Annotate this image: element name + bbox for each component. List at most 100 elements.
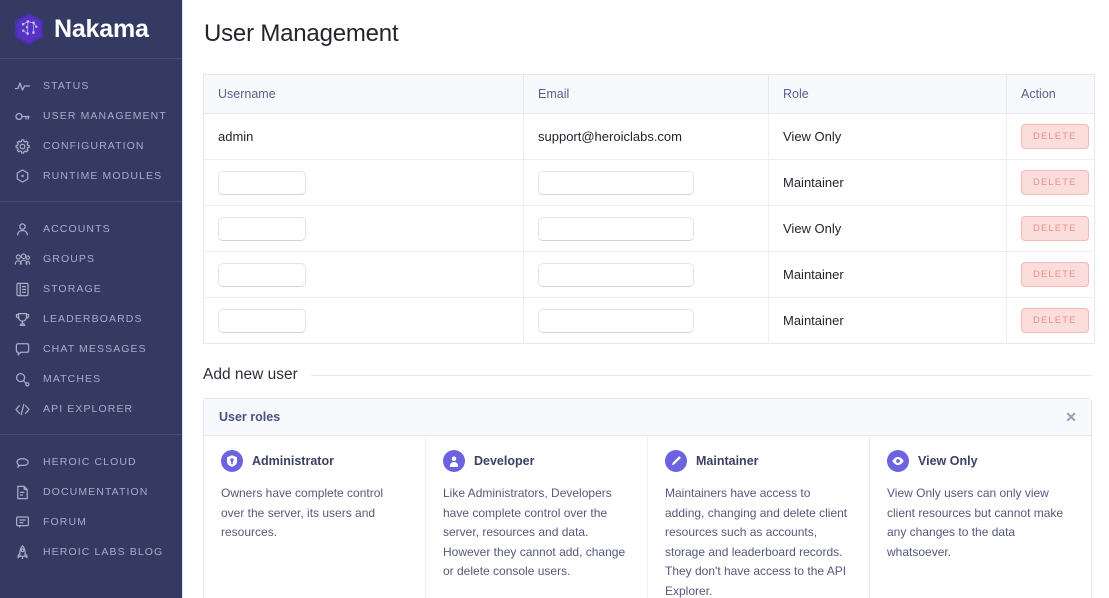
user-roles-panel: User roles ✕ Administrator Owners have c… [203, 398, 1092, 598]
shield-check-icon [221, 450, 243, 472]
chat-bubble-icon [14, 341, 31, 358]
cell-role: Maintainer [768, 297, 1007, 344]
email-input-skeleton[interactable] [538, 170, 694, 195]
sidebar-item-status[interactable]: Status [0, 71, 182, 101]
main-content: User Management Username Email Role Acti… [183, 0, 1109, 598]
pencil-icon [665, 450, 687, 472]
add-new-user-section-heading: Add new user [203, 366, 1092, 384]
user-table: Username Email Role Action admin support… [203, 74, 1095, 344]
user-roles-panel-header: User roles ✕ [204, 399, 1091, 436]
sidebar-item-groups[interactable]: Groups [0, 244, 182, 274]
sidebar-item-user-management[interactable]: User Management [0, 101, 182, 131]
cell-email [523, 205, 769, 252]
username-input-skeleton[interactable] [218, 216, 306, 241]
email-value: support@heroiclabs.com [538, 129, 682, 144]
table-header-row: Username Email Role Action [203, 74, 1095, 114]
sidebar-item-heroic-cloud[interactable]: Heroic Cloud [0, 447, 182, 477]
sidebar-item-label: User Management [43, 110, 167, 122]
sidebar-item-label: Forum [43, 516, 87, 528]
sidebar-item-runtime-modules[interactable]: Runtime Modules [0, 161, 182, 191]
cell-role: Maintainer [768, 159, 1007, 206]
user-icon [14, 221, 31, 238]
cell-email [523, 297, 769, 344]
column-header-email: Email [523, 74, 769, 114]
role-card-header: Administrator [221, 450, 408, 472]
role-name: Maintainer [696, 454, 759, 468]
delete-button[interactable]: DELETE [1021, 124, 1089, 149]
cell-email [523, 251, 769, 298]
delete-button[interactable]: DELETE [1021, 262, 1089, 287]
sidebar-group-external: Heroic Cloud Documentation Forum Heroic … [0, 435, 182, 577]
brand-name: Nakama [54, 14, 149, 43]
sidebar-item-api-explorer[interactable]: API Explorer [0, 394, 182, 424]
table-row: admin support@heroiclabs.com View Only D… [203, 113, 1095, 160]
rocket-icon [14, 544, 31, 561]
column-header-username: Username [203, 74, 524, 114]
table-row: Maintainer DELETE [203, 297, 1095, 344]
role-description: Maintainers have access to adding, chang… [665, 486, 848, 598]
sidebar-item-label: Configuration [43, 140, 145, 152]
delete-button[interactable]: DELETE [1021, 216, 1089, 241]
close-icon[interactable]: ✕ [1065, 410, 1077, 424]
email-input-skeleton[interactable] [538, 216, 694, 241]
section-divider [310, 374, 1092, 376]
username-input-skeleton[interactable] [218, 170, 306, 195]
username-input-skeleton[interactable] [218, 262, 306, 287]
role-card-header: View Only [887, 450, 1074, 472]
sidebar-item-label: Leaderboards [43, 313, 143, 325]
table-row: Maintainer DELETE [203, 251, 1095, 298]
role-description: Owners have complete control over the se… [221, 486, 384, 539]
sidebar-group-data: Accounts Groups Storage Leaderboards [0, 202, 182, 434]
cell-email: support@heroiclabs.com [523, 113, 769, 160]
sidebar-item-label: Runtime Modules [43, 170, 163, 182]
email-input-skeleton[interactable] [538, 262, 694, 287]
role-name: Developer [474, 454, 535, 468]
forum-bubble-icon [14, 514, 31, 531]
user-roles-cards: Administrator Owners have complete contr… [204, 436, 1091, 598]
code-brackets-icon [14, 401, 31, 418]
document-icon [14, 484, 31, 501]
match-search-icon [14, 371, 31, 388]
sidebar-item-chat-messages[interactable]: Chat Messages [0, 334, 182, 364]
cell-action: DELETE [1007, 298, 1095, 344]
user-roles-title: User roles [219, 410, 281, 424]
trophy-icon [14, 311, 31, 328]
cell-username [203, 159, 524, 206]
role-name: Administrator [252, 454, 334, 468]
key-icon [14, 108, 31, 125]
username-input-skeleton[interactable] [218, 308, 306, 333]
role-card-view-only: View Only View Only users can only view … [870, 436, 1091, 598]
sidebar-item-accounts[interactable]: Accounts [0, 214, 182, 244]
delete-button[interactable]: DELETE [1021, 170, 1089, 195]
role-card-header: Maintainer [665, 450, 852, 472]
delete-button[interactable]: DELETE [1021, 308, 1089, 333]
sidebar-item-label: Storage [43, 283, 102, 295]
user-solid-icon [443, 450, 465, 472]
sidebar-item-heroic-labs-blog[interactable]: Heroic Labs Blog [0, 537, 182, 567]
role-description: View Only users can only view client res… [887, 486, 1064, 559]
role-card-maintainer: Maintainer Maintainers have access to ad… [648, 436, 870, 598]
sidebar-item-documentation[interactable]: Documentation [0, 477, 182, 507]
activity-pulse-icon [14, 78, 31, 95]
nakama-hexagon-logo-icon [13, 12, 45, 46]
sidebar-item-forum[interactable]: Forum [0, 507, 182, 537]
hexagon-dot-icon [14, 168, 31, 185]
sidebar-item-label: API Explorer [43, 403, 134, 415]
app-root: Nakama Status User Management Co [0, 0, 1109, 598]
sidebar-item-matches[interactable]: Matches [0, 364, 182, 394]
email-input-skeleton[interactable] [538, 308, 694, 333]
cell-role: Maintainer [768, 251, 1007, 298]
sidebar-item-configuration[interactable]: Configuration [0, 131, 182, 161]
sidebar-item-leaderboards[interactable]: Leaderboards [0, 304, 182, 334]
cell-email [523, 159, 769, 206]
cell-action: DELETE [1006, 159, 1095, 206]
cloud-icon [14, 454, 31, 471]
cell-username [203, 297, 524, 344]
column-header-role: Role [768, 74, 1007, 114]
sidebar-item-label: Heroic Labs Blog [43, 546, 164, 558]
brand-logo[interactable]: Nakama [0, 0, 182, 58]
sidebar-item-label: Accounts [43, 223, 111, 235]
sidebar-group-main: Status User Management Configuration Run… [0, 59, 182, 201]
sidebar-item-storage[interactable]: Storage [0, 274, 182, 304]
cell-action: DELETE [1006, 251, 1095, 298]
